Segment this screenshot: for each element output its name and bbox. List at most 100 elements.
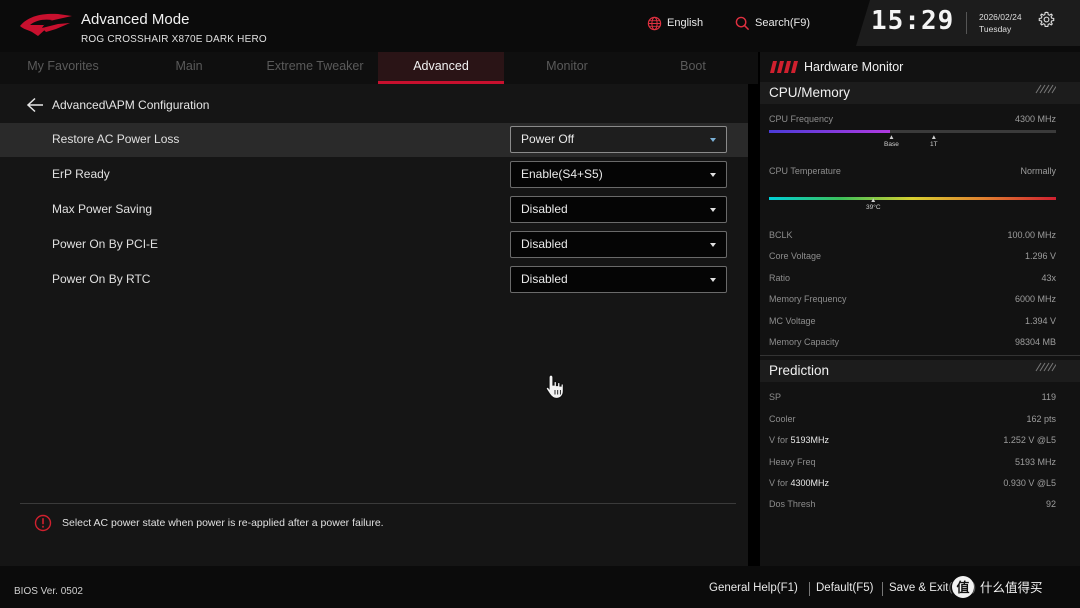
tab-advanced[interactable]: Advanced [378,52,504,84]
monitor-stripes-icon [770,61,798,73]
cpu-frequency-label: CPU Frequency [769,114,834,124]
hardware-monitor-panel: Hardware Monitor CPU/Memory CPU Frequenc… [760,52,1080,566]
default-button[interactable]: Default(F5) [816,582,874,594]
memory-frequency-label: Memory Frequency [769,294,847,304]
gear-icon[interactable] [1038,11,1055,28]
chevron-down-icon [710,278,716,282]
prediction-header: Prediction [760,360,1080,382]
search-icon [735,16,750,30]
setting-label: ErP Ready [52,167,110,181]
select-value: Power Off [521,132,575,146]
hatch-icon [1035,84,1056,94]
top-bar: Advanced Mode ROG CROSSHAIR X870E DARK H… [0,0,1080,52]
memory-capacity-label: Memory Capacity [769,337,840,347]
mc-voltage-label: MC Voltage [769,316,816,326]
motherboard-model: ROG CROSSHAIR X870E DARK HERO [81,34,267,45]
setting-restore-ac-power-loss[interactable]: Restore AC Power Loss Power Off [0,123,748,157]
cpu-frequency-bar [769,130,1056,133]
cpu-frequency-fill [769,130,890,133]
chevron-down-icon [710,173,716,177]
tab-boot[interactable]: Boot [630,52,756,84]
help-bar: Select AC power state when power is re-a… [34,514,384,532]
heavy-freq-label: Heavy Freq [769,457,816,467]
bclk-label: BCLK [769,230,793,240]
tab-monitor[interactable]: Monitor [504,52,630,84]
dos-thresh-value: 92 [1045,499,1056,509]
select-value: Disabled [521,272,568,286]
cpu-temperature-value: Normally [1020,166,1056,176]
setting-power-on-by-pci-e[interactable]: Power On By PCI-E Disabled [0,228,748,262]
chevron-down-icon [710,243,716,247]
v-for-heavy-freq-label: V for 5193MHz [769,435,830,445]
select-value: Enable(S4+S5) [521,167,603,181]
help-text: Select AC power state when power is re-a… [62,517,384,529]
chevron-down-icon [710,208,716,212]
rog-logo [20,13,72,36]
dos-thresh-label: Dos Thresh [769,499,816,509]
restore-ac-power-loss-select[interactable]: Power Off [510,126,727,153]
core-voltage-value: 1.296 V [1024,251,1056,261]
back-arrow-icon[interactable] [26,97,44,113]
setting-max-power-saving[interactable]: Max Power Saving Disabled [0,193,748,227]
setting-label: Power On By PCI-E [52,237,159,251]
breadcrumb-path: Advanced\APM Configuration [52,98,210,112]
clock-divider [966,12,967,34]
page-title: Advanced Mode [81,11,190,28]
search-label: Search(F9) [755,17,811,29]
setting-label: Max Power Saving [52,202,153,216]
v-for-base-freq-value: 0.930 V @L5 [1003,478,1056,488]
memory-frequency-value: 6000 MHz [1014,294,1056,304]
bios-version: BIOS Ver. 0502 [14,586,83,597]
v-for-base-freq-label: V for 4300MHz [769,478,830,488]
ratio-label: Ratio [769,273,791,283]
max-power-saving-select[interactable]: Disabled [510,196,727,223]
breadcrumb[interactable]: Advanced\APM Configuration [26,96,209,114]
erp-ready-select[interactable]: Enable(S4+S5) [510,161,727,188]
globe-icon [647,16,662,30]
sp-label: SP [769,392,782,402]
svg-text:什么值得买: 什么值得买 [980,580,1043,595]
tab-my-favorites[interactable]: My Favorites [0,52,126,84]
cpu-temperature-label: CPU Temperature [769,166,841,176]
tab-extreme-tweaker[interactable]: Extreme Tweaker [252,52,378,84]
help-divider [20,503,736,504]
general-help-button[interactable]: General Help(F1) [709,582,798,594]
section-divider [760,355,1080,356]
heavy-freq-value: 5193 MHz [1014,457,1056,467]
tab-bar: My Favorites Main Extreme Tweaker Advanc… [0,52,758,84]
bottom-bar: BIOS Ver. 0502 General Help(F1) Default(… [0,566,1080,608]
setting-label: Power On By RTC [52,272,151,286]
hatch-icon [1035,362,1056,372]
date: 2026/02/24 [979,12,1022,22]
cpu-memory-title: CPU/Memory [769,85,851,100]
cpu-frequency-base-marker: ▲ Base [884,134,899,148]
select-value: Disabled [521,237,568,251]
clock: 15:29 [871,6,955,36]
settings-panel: Advanced\APM Configuration Restore AC Po… [0,84,748,566]
mc-voltage-value: 1.394 V [1024,316,1056,326]
sp-value: 119 [1041,392,1056,402]
power-on-by-pci-e-select[interactable]: Disabled [510,231,727,258]
hand-cursor-icon [545,374,564,400]
core-voltage-label: Core Voltage [769,251,822,261]
setting-label: Restore AC Power Loss [52,132,180,146]
language-button[interactable]: English [647,15,703,31]
cpu-frequency-value: 4300 MHz [1014,114,1056,124]
footer-divider [882,582,883,596]
v-for-heavy-freq-value: 1.252 V @L5 [1003,435,1056,445]
setting-erp-ready[interactable]: ErP Ready Enable(S4+S5) [0,158,748,192]
chevron-down-icon [710,138,716,142]
memory-capacity-value: 98304 MB [1014,337,1056,347]
cpu-temperature-bar [769,197,1056,200]
cpu-temperature-marker: ▲ 39°C [866,197,881,211]
tab-main[interactable]: Main [126,52,252,84]
bclk-value: 100.00 MHz [1007,230,1056,240]
search-button[interactable]: Search(F9) [735,15,810,31]
setting-power-on-by-rtc[interactable]: Power On By RTC Disabled [0,263,748,297]
select-value: Disabled [521,202,568,216]
power-on-by-rtc-select[interactable]: Disabled [510,266,727,293]
prediction-title: Prediction [769,363,830,378]
smzdm-watermark: 值 什么值得买 [948,572,1080,602]
footer-divider [809,582,810,596]
cooler-label: Cooler [769,414,796,424]
